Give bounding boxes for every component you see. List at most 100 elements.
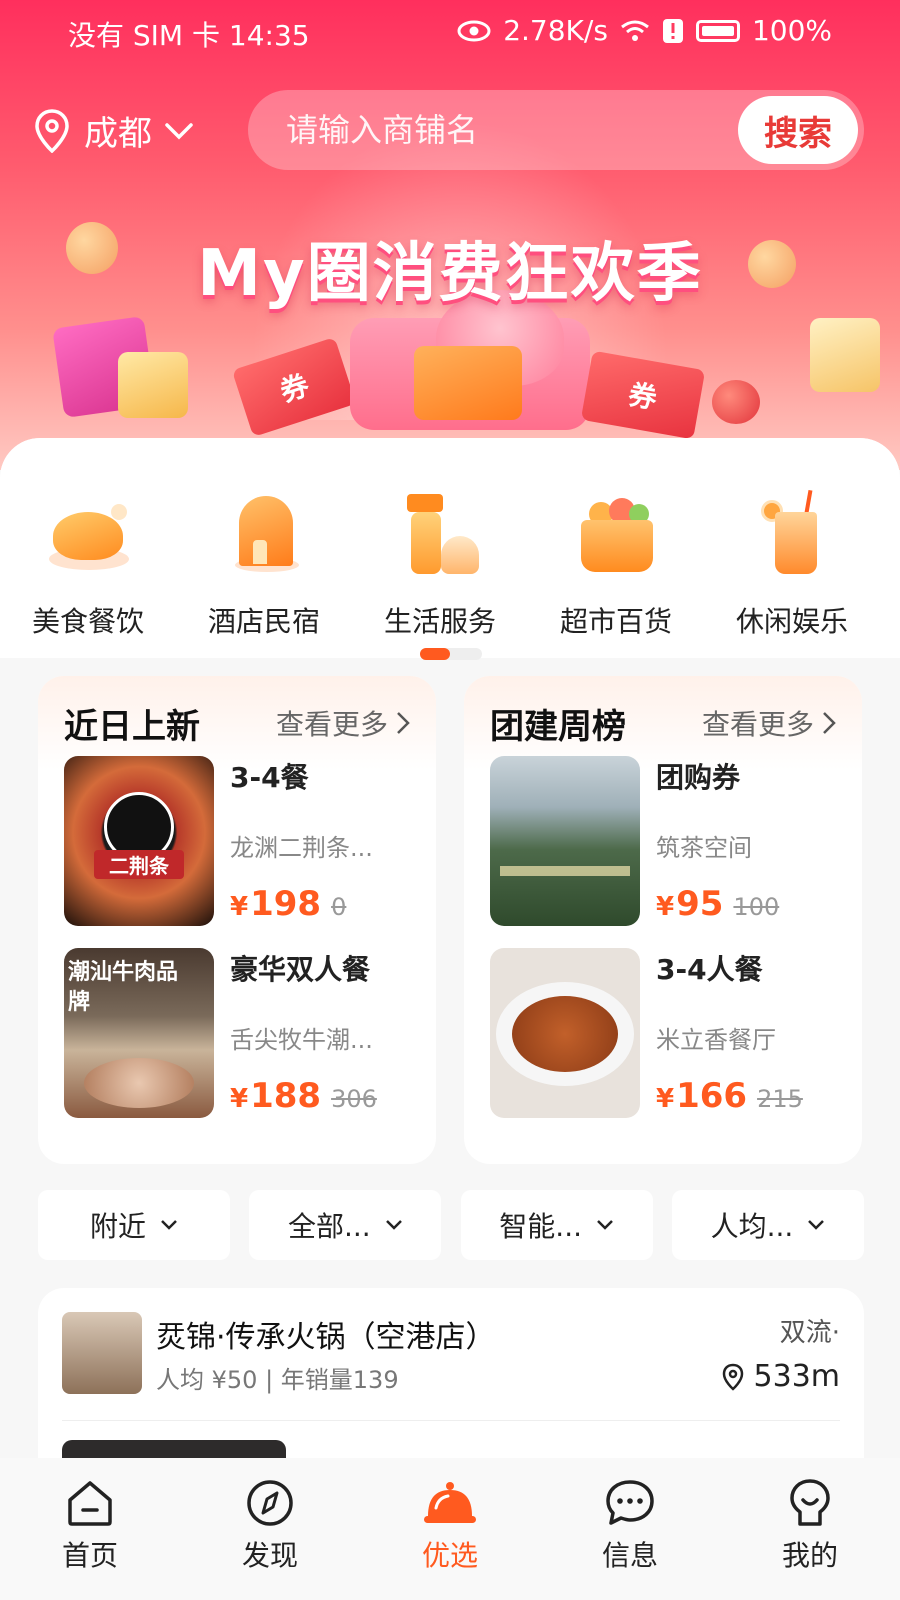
deal-item[interactable]: 3-4人餐 米立香餐厅 ¥ 166 215 bbox=[490, 948, 850, 1118]
category-supermarket[interactable]: 超市百货 bbox=[528, 490, 704, 640]
see-more-link[interactable]: 查看更多 bbox=[702, 703, 836, 743]
profile-bulb-icon bbox=[790, 1479, 830, 1526]
chevron-right-icon bbox=[823, 712, 836, 734]
original-price: 306 bbox=[331, 1085, 377, 1113]
deal-price: ¥ 166 215 bbox=[656, 1076, 803, 1116]
chevron-down-icon bbox=[808, 1220, 825, 1230]
wifi-icon bbox=[621, 20, 649, 41]
filter-nearby[interactable]: 附近 bbox=[38, 1190, 230, 1260]
filter-bar: 附近 全部... 智能... 人均... bbox=[38, 1190, 864, 1260]
filter-sort[interactable]: 智能... bbox=[460, 1190, 653, 1260]
gift-box-decoration bbox=[810, 318, 880, 392]
tab-label: 首页 bbox=[61, 1539, 118, 1572]
deal-image-text: 二荆条 bbox=[94, 850, 184, 879]
city-selector[interactable]: 成都 bbox=[34, 106, 208, 155]
category-life-service[interactable]: 生活服务 bbox=[352, 490, 528, 640]
see-more-label: 查看更多 bbox=[275, 708, 388, 741]
card-title: 近日上新 bbox=[64, 706, 200, 747]
shop-meta: 人均 ¥50 | 年销量139 bbox=[156, 1366, 399, 1394]
price-value: 95 bbox=[676, 884, 724, 924]
price-value: 188 bbox=[250, 1076, 322, 1116]
battery-level: 100% bbox=[751, 14, 832, 47]
gift-box-decoration bbox=[414, 346, 522, 420]
tab-profile[interactable]: 我的 bbox=[740, 1478, 880, 1600]
service-bell-icon bbox=[424, 1482, 476, 1523]
filter-label: 全部... bbox=[287, 1210, 371, 1243]
cleaning-spray-icon bbox=[395, 490, 485, 580]
price-value: 166 bbox=[676, 1076, 748, 1116]
currency-symbol: ¥ bbox=[230, 892, 249, 922]
home-icon bbox=[68, 1481, 112, 1526]
category-hotel[interactable]: 酒店民宿 bbox=[176, 490, 352, 640]
eye-icon bbox=[457, 20, 491, 41]
shop-row[interactable]: 烎锦·传承火锅（空港店） 人均 ¥50 | 年销量139 双流· 533m bbox=[62, 1312, 840, 1394]
chevron-down-icon bbox=[597, 1220, 613, 1230]
deal-item[interactable]: 团购券 筑茶空间 ¥ 95 100 bbox=[490, 756, 850, 926]
fruit-decoration bbox=[712, 380, 760, 424]
tab-label: 我的 bbox=[781, 1539, 838, 1572]
status-right: 2.78K/s 100% bbox=[457, 14, 832, 47]
deal-name: 豪华双人餐 bbox=[230, 953, 371, 986]
original-price: 100 bbox=[733, 893, 780, 921]
hotel-building-icon bbox=[219, 490, 309, 580]
tab-label: 信息 bbox=[601, 1539, 658, 1572]
category-label: 美食餐饮 bbox=[31, 605, 144, 638]
juice-drink-icon bbox=[747, 489, 837, 580]
filter-label: 人均... bbox=[710, 1210, 794, 1243]
search-button[interactable]: 搜索 bbox=[738, 96, 858, 164]
status-carrier-time: 没有 SIM 卡 14:35 bbox=[68, 19, 310, 52]
deal-shop: 筑茶空间 bbox=[656, 834, 752, 862]
coupon-ticket-decoration: 券 bbox=[580, 350, 706, 440]
deal-image-text: 潮汕牛肉品牌 bbox=[68, 960, 179, 1015]
divider bbox=[62, 1420, 840, 1421]
message-icon bbox=[606, 1480, 654, 1525]
card-title: 团建周榜 bbox=[490, 706, 626, 747]
location-pin-icon bbox=[722, 1363, 743, 1391]
shop-area: 双流· bbox=[779, 1318, 840, 1348]
category-food[interactable]: 美食餐饮 bbox=[0, 490, 176, 640]
search-bar: 搜索 bbox=[248, 90, 864, 170]
deal-shop: 舌尖牧牛潮... bbox=[230, 1026, 373, 1054]
category-leisure[interactable]: 休闲娱乐 bbox=[704, 489, 880, 640]
currency-symbol: ¥ bbox=[656, 1084, 675, 1114]
deal-item[interactable]: 二荆条 3-4餐 龙渊二荆条... ¥ 198 0 bbox=[64, 756, 424, 926]
chevron-down-icon bbox=[165, 122, 193, 139]
category-label: 酒店民宿 bbox=[207, 605, 320, 638]
deal-shop: 米立香餐厅 bbox=[656, 1026, 776, 1054]
tab-home[interactable]: 首页 bbox=[20, 1478, 160, 1600]
see-more-label: 查看更多 bbox=[701, 708, 814, 741]
search-input[interactable] bbox=[286, 111, 706, 149]
filter-label: 附近 bbox=[89, 1210, 146, 1243]
deal-shop: 龙渊二荆条... bbox=[230, 834, 373, 862]
filter-category[interactable]: 全部... bbox=[249, 1190, 442, 1260]
promo-banner[interactable]: 券 券 My圈消费狂欢季 bbox=[0, 0, 900, 470]
chevron-down-icon bbox=[161, 1220, 177, 1230]
team-building-card: 团建周榜 查看更多 团购券 筑茶空间 ¥ 95 100 3-4人餐 米立香餐厅 … bbox=[464, 676, 862, 1164]
page-indicator-active bbox=[420, 648, 450, 660]
deal-image: 二荆条 bbox=[64, 756, 214, 926]
chevron-down-icon bbox=[385, 1220, 402, 1230]
deal-image: 潮汕牛肉品牌 bbox=[64, 948, 214, 1118]
deal-name: 3-4人餐 bbox=[656, 953, 763, 986]
distance-value: 533m bbox=[753, 1359, 840, 1394]
see-more-link[interactable]: 查看更多 bbox=[276, 703, 410, 743]
tab-messages[interactable]: 信息 bbox=[560, 1478, 700, 1600]
original-price: 215 bbox=[757, 1085, 803, 1113]
filter-price[interactable]: 人均... bbox=[671, 1190, 864, 1260]
tab-discover[interactable]: 发现 bbox=[200, 1478, 340, 1600]
currency-symbol: ¥ bbox=[656, 892, 675, 922]
new-arrivals-card: 近日上新 查看更多 二荆条 3-4餐 龙渊二荆条... ¥ 198 0 潮汕牛肉… bbox=[38, 676, 436, 1164]
deal-name: 3-4餐 bbox=[230, 761, 309, 794]
tab-label: 发现 bbox=[241, 1539, 298, 1572]
tab-featured[interactable]: 优选 bbox=[380, 1478, 520, 1600]
battery-icon bbox=[695, 19, 740, 42]
deal-image bbox=[490, 756, 640, 926]
status-bar: 没有 SIM 卡 14:35 2.78K/s 100% bbox=[0, 8, 900, 56]
fruit-basket-icon bbox=[571, 490, 661, 580]
shop-name: 烎锦·传承火锅（空港店） bbox=[156, 1320, 496, 1355]
chevron-right-icon bbox=[397, 712, 410, 734]
shop-distance: 533m bbox=[722, 1359, 840, 1394]
deal-price: ¥ 198 0 bbox=[230, 884, 346, 924]
city-name: 成都 bbox=[84, 114, 152, 154]
deal-item[interactable]: 潮汕牛肉品牌 豪华双人餐 舌尖牧牛潮... ¥ 188 306 bbox=[64, 948, 424, 1118]
